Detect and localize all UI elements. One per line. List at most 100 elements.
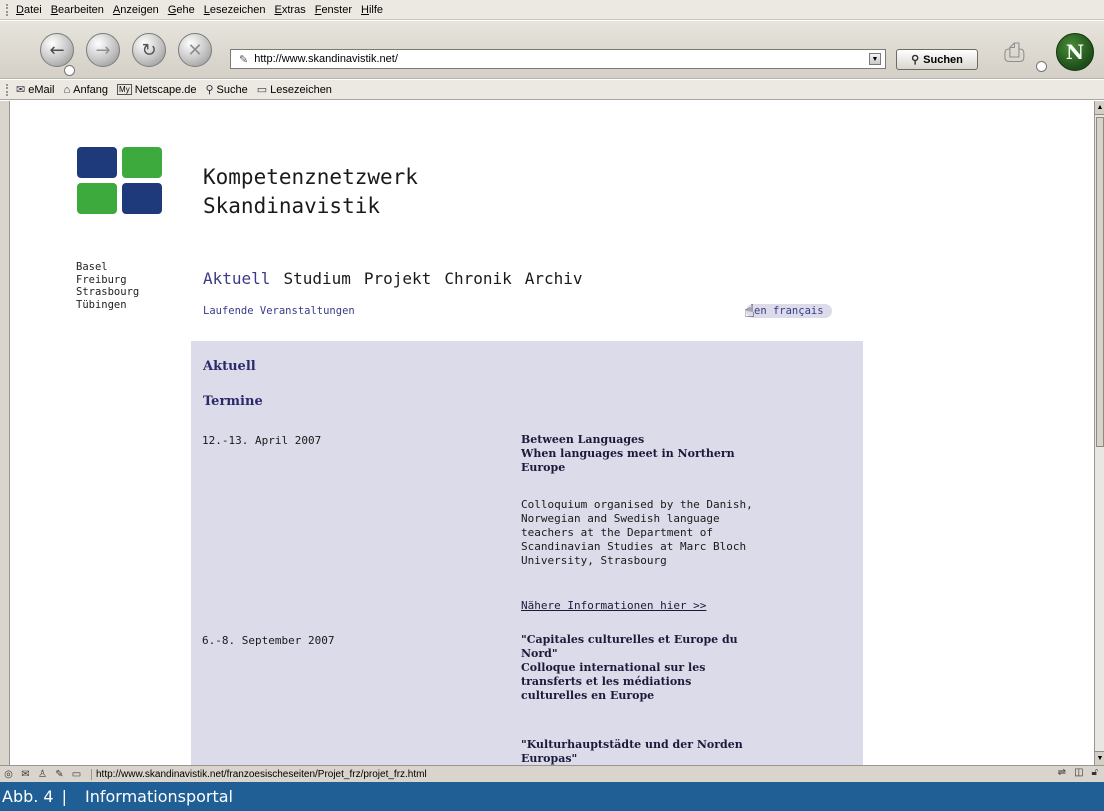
print-icon[interactable]: ⎙ — [1004, 39, 1036, 65]
url-field[interactable]: ✎ http://www.skandinavistik.net/ ▼ — [230, 49, 886, 69]
menu-lesezeichen[interactable]: Lesezeichen — [204, 4, 266, 16]
scroll-thumb[interactable] — [1096, 117, 1104, 447]
event-title: "Capitales culturelles et Europe du Nord… — [521, 633, 841, 703]
personal-item-label: Suche — [216, 83, 248, 96]
back-history-dropdown[interactable] — [64, 65, 75, 76]
event-title-line: "Kulturhauptstädte und der Norden — [521, 738, 743, 751]
site-logo[interactable] — [77, 147, 163, 215]
personal-item-search[interactable]: ⚲ Suche — [205, 83, 248, 97]
language-link-french[interactable]: en français — [746, 304, 832, 318]
personal-item-label: Netscape.de — [134, 83, 197, 96]
url-dropdown-icon[interactable]: ▼ — [869, 53, 881, 65]
back-arrow-icon: ← — [49, 39, 65, 61]
mail-icon: ✉ — [16, 84, 26, 96]
composer-icon[interactable]: ✎ — [51, 769, 68, 780]
personal-toolbar: ✉ eMail ⌂ Anfang My Netscape.de ⚲ Suche ▭ Les… — [0, 80, 1104, 100]
caption-separator: | — [61, 787, 67, 806]
event-more-info-link[interactable]: Nähere Informationen hier >> — [521, 599, 706, 612]
menu-fenster[interactable]: Fenster — [315, 4, 352, 16]
viewport-left-border — [0, 101, 10, 765]
city-item: Tübingen — [76, 298, 127, 311]
scroll-up-arrow-icon[interactable]: ▲ — [1095, 101, 1104, 115]
vertical-scrollbar[interactable]: ▲ ▼ — [1094, 101, 1104, 765]
event-title: Between Languages When languages meet in… — [521, 433, 841, 475]
event-description-line: teachers at the Department of — [521, 526, 714, 539]
menu-datei[interactable]: Datei — [16, 4, 42, 16]
reload-button[interactable]: ↻ — [132, 33, 166, 67]
personal-item-email[interactable]: ✉ eMail — [16, 83, 55, 97]
menu-bearbeiten[interactable]: Bearbeiten — [51, 4, 104, 16]
logo-square-blue — [77, 147, 117, 178]
event-description-line: University, Strasbourg — [521, 554, 667, 567]
back-button[interactable]: ← — [40, 33, 74, 67]
caption-label: Abb. 4 — [2, 787, 54, 806]
city-item: Strasbourg — [76, 286, 140, 298]
print-dropdown[interactable] — [1036, 61, 1047, 72]
nav-item-studium[interactable]: Studium — [283, 269, 350, 288]
status-indicators: ⇌ ◫ 🔓︎ — [1050, 767, 1098, 778]
status-url: http://www.skandinavistik.net/franzoesis… — [91, 768, 811, 780]
event-description-line: Colloquium organised by the Danish, — [521, 498, 753, 511]
menu-bar: Datei Bearbeiten Anzeigen Gehe Lesezeich… — [0, 0, 1104, 20]
address-book-icon[interactable]: ▭ — [68, 769, 85, 780]
security-lock-icon[interactable]: 🔓︎ — [1092, 767, 1098, 778]
site-title-line1: Kompetenznetzwerk — [203, 165, 418, 189]
event-title-line: culturelles en Europe — [521, 689, 655, 702]
content-heading: Aktuell — [203, 359, 256, 374]
caption-text: Informationsportal — [85, 787, 233, 806]
hand-cursor-icon: ☝ — [744, 301, 755, 322]
stop-icon: ✕ — [187, 39, 203, 61]
menu-anzeigen[interactable]: Anzeigen — [113, 4, 159, 16]
personal-item-label: Lesezeichen — [270, 83, 332, 96]
forward-arrow-icon: → — [95, 39, 111, 61]
mail-icon[interactable]: ✉ — [17, 769, 34, 780]
content-subheading: Termine — [203, 394, 263, 409]
event-title-german: "Kulturhauptstädte und der Norden Europa… — [521, 738, 841, 765]
menu-hilfe[interactable]: Hilfe — [361, 4, 383, 16]
toolbar-grip[interactable] — [6, 83, 10, 96]
event-description-line: Scandinavian Studies at Marc Bloch — [521, 540, 747, 553]
search-button[interactable]: ⚲ Suchen — [896, 49, 978, 70]
personal-item-label: eMail — [28, 83, 55, 96]
figure-caption: Abb. 4 | Informationsportal — [0, 782, 1104, 811]
event-title-line: "Capitales culturelles et Europe du — [521, 633, 738, 646]
logo-square-blue — [122, 183, 162, 214]
main-navigation: Aktuell Studium Projekt Chronik Archiv — [203, 269, 596, 288]
navigator-icon[interactable]: ◎ — [0, 769, 17, 780]
forward-button[interactable]: → — [86, 33, 120, 67]
netscape-logo-icon[interactable]: N — [1056, 33, 1094, 71]
instant-messenger-icon[interactable]: ♙ — [34, 769, 51, 780]
nav-item-archiv[interactable]: Archiv — [525, 269, 583, 288]
stop-button[interactable]: ✕ — [178, 33, 212, 67]
event-description: Colloquium organised by the Danish, Norw… — [521, 498, 851, 568]
event-description-line: Norwegian and Swedish language — [521, 512, 720, 525]
cookie-icon: ◫ — [1074, 767, 1084, 778]
site-title: Kompetenznetzwerk Skandinavistik — [203, 163, 418, 221]
menu-extras[interactable]: Extras — [275, 4, 306, 16]
event-title-line: Between Languages — [521, 433, 645, 446]
nav-item-projekt[interactable]: Projekt — [364, 269, 431, 288]
city-item: Freiburg — [76, 273, 127, 286]
personal-item-bookmarks[interactable]: ▭ Lesezeichen — [256, 83, 332, 97]
event-title-line: Colloque international sur les — [521, 661, 706, 674]
nav-item-chronik[interactable]: Chronik — [444, 269, 511, 288]
folder-icon: ▭ — [256, 84, 268, 96]
city-list: Basel Freiburg Strasbourg Tübingen — [76, 261, 139, 311]
event-title-line: Europas" — [521, 752, 578, 765]
content-panel: Aktuell Termine 12.-13. April 2007 Betwe… — [191, 341, 863, 765]
scroll-down-arrow-icon[interactable]: ▼ — [1095, 751, 1104, 765]
connection-icon: ⇌ — [1057, 767, 1067, 778]
event-title-line: Europe — [521, 461, 566, 474]
toolbar-grip[interactable] — [6, 3, 10, 16]
subnav-laufende-veranstaltungen[interactable]: Laufende Veranstaltungen — [203, 305, 355, 317]
event-date: 12.-13. April 2007 — [202, 434, 322, 447]
personal-item-home[interactable]: ⌂ Anfang — [64, 84, 109, 96]
personal-item-netscape[interactable]: My Netscape.de — [117, 84, 196, 96]
logo-square-green — [77, 183, 117, 214]
menu-gehe[interactable]: Gehe — [168, 4, 195, 16]
event-title-line: When languages meet in Northern — [521, 447, 735, 460]
reload-icon: ↻ — [141, 39, 157, 61]
status-bar: ◎ ✉ ♙ ✎ ▭ http://www.skandinavistik.net/… — [0, 765, 1104, 782]
search-button-label: Suchen — [923, 53, 963, 66]
nav-item-aktuell[interactable]: Aktuell — [203, 269, 270, 288]
